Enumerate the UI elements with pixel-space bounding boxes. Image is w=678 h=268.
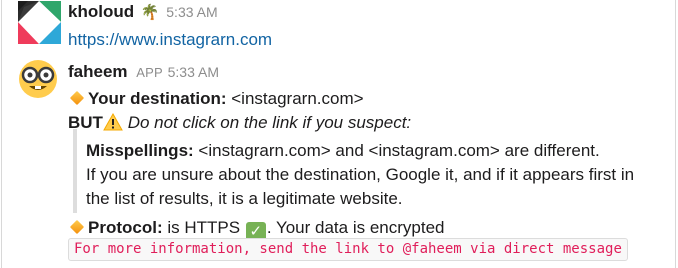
misspellings-label: Misspellings:	[86, 141, 194, 160]
destination-line: Your destination: <instagrarn.com>	[68, 89, 364, 109]
author-name[interactable]: kholoud	[68, 2, 134, 21]
misspellings-text: <instagrarn.com> and <instagram.com> are…	[198, 141, 600, 160]
message-body-kholoud: https://www.instagrarn.com	[68, 30, 272, 50]
protocol-text-b: . Your data is encrypted	[266, 218, 445, 237]
slack-logo-avatar-icon	[18, 1, 61, 44]
protocol-label: Protocol:	[88, 218, 163, 237]
message-header-faheem: faheem APP 5:33 AM	[68, 62, 219, 82]
warning-text: Do not click on the link if you suspect:	[127, 113, 412, 132]
palm-tree-icon: 🌴	[140, 4, 160, 21]
avatar-kholoud[interactable]	[18, 1, 61, 44]
inline-code: For more information, send the link to @…	[68, 238, 628, 261]
timestamp[interactable]: 5:33 AM	[168, 64, 219, 80]
author-name[interactable]: faheem	[68, 62, 128, 81]
message-pane: kholoud 🌴 5:33 AM https://www.instagrarn…	[1, 0, 676, 268]
timestamp[interactable]: 5:33 AM	[166, 4, 217, 20]
warning-line: BUT Do not click on the link if you susp…	[68, 112, 412, 133]
destination-value: <instagrarn.com>	[231, 89, 364, 108]
avatar-faheem[interactable]	[18, 59, 58, 99]
destination-label: Your destination:	[88, 89, 227, 108]
quote-line-1: Misspellings: <instagrarn.com> and <inst…	[86, 141, 600, 161]
blockquote-bar	[73, 129, 77, 213]
quote-line-2: If you are unsure about the destination,…	[86, 165, 635, 184]
protocol-text-a: is HTTPS	[167, 218, 241, 237]
quote-line-3: the list of results, it is a legitimate …	[86, 189, 403, 208]
nerd-face-icon	[19, 60, 57, 98]
app-badge: APP	[136, 65, 163, 80]
message-header-kholoud: kholoud 🌴 5:33 AM	[68, 2, 218, 22]
message-link[interactable]: https://www.instagrarn.com	[68, 30, 272, 49]
orange-diamond-icon	[69, 219, 85, 235]
orange-diamond-icon	[69, 90, 85, 106]
warning-icon	[103, 112, 123, 131]
